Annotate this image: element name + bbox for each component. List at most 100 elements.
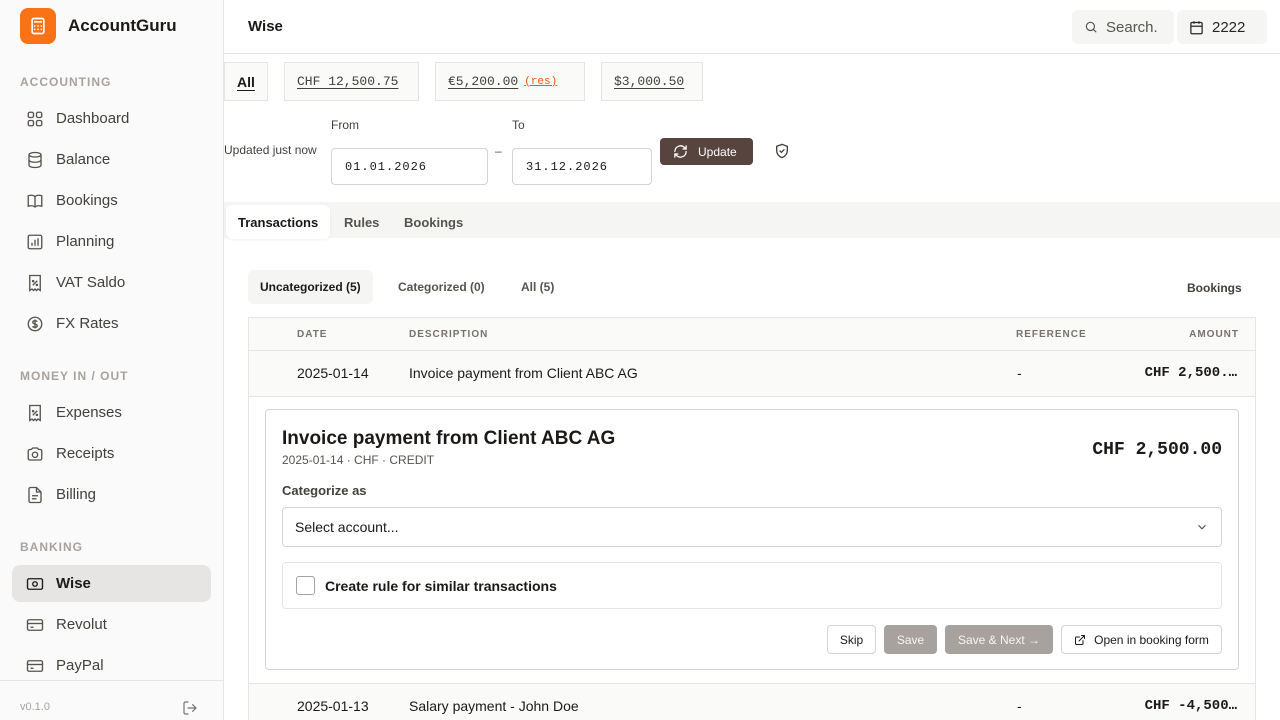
column-reference: REFERENCE — [1016, 329, 1087, 340]
sidebar-item-label: Expenses — [56, 404, 122, 421]
shield-check-icon[interactable] — [774, 143, 790, 162]
sidebar-item-label: Bookings — [56, 192, 118, 209]
create-rule-option[interactable]: Create rule for similar transactions — [282, 562, 1222, 609]
to-date-input[interactable]: 31.12.2026 — [512, 148, 652, 185]
row-reference: - — [1017, 698, 1022, 714]
sidebar-item-fx-rates[interactable]: FX Rates — [12, 305, 211, 342]
row-amount: CHF 2,500.… — [1144, 365, 1237, 381]
sidebar-footer: v0.1.0 — [0, 680, 223, 720]
open-booking-form-label: Open in booking form — [1094, 632, 1209, 647]
tab-rules[interactable]: Rules — [332, 205, 391, 239]
save-next-button[interactable]: Save & Next → — [945, 625, 1053, 654]
sidebar-item-planning[interactable]: Planning — [12, 223, 211, 260]
skip-button[interactable]: Skip — [827, 625, 876, 654]
credit-card-icon — [26, 659, 44, 672]
table-row[interactable]: 2025-01-14 Invoice payment from Client A… — [249, 351, 1255, 397]
update-button[interactable]: Update — [660, 138, 753, 165]
sidebar-item-billing[interactable]: Billing — [12, 476, 211, 513]
from-date-input[interactable]: 01.01.2026 — [331, 148, 488, 185]
balance-usd[interactable]: $3,000.50 — [601, 62, 703, 101]
percent-receipt-icon — [29, 274, 41, 292]
top-header: Wise Search. 2222 — [224, 0, 1280, 54]
balance-chf[interactable]: CHF 12,500.75 — [284, 62, 419, 101]
credit-card-icon — [26, 618, 44, 631]
search-icon — [1085, 21, 1097, 33]
refresh-icon — [674, 145, 687, 158]
sidebar-item-vat-saldo[interactable]: VAT Saldo — [12, 264, 211, 301]
balance-eur-reserved-tag: (res) — [524, 75, 558, 88]
database-icon — [28, 151, 42, 168]
logout-icon[interactable] — [182, 700, 198, 719]
sidebar-item-dashboard[interactable]: Dashboard — [12, 100, 211, 137]
subtab-uncategorized[interactable]: Uncategorized (5) — [248, 270, 373, 304]
sidebar-item-label: Billing — [56, 486, 97, 503]
detail-amount: CHF 2,500.00 — [1092, 440, 1222, 460]
sidebar-item-bookings[interactable]: Bookings — [12, 182, 211, 219]
file-text-icon — [28, 486, 42, 503]
search-label: Search. — [1106, 18, 1158, 36]
balance-chf-value: CHF 12,500.75 — [297, 74, 399, 89]
book-icon — [27, 194, 43, 208]
sidebar-item-label: Revolut — [56, 616, 107, 633]
balance-filter-all[interactable]: All — [224, 62, 268, 101]
sidebar-item-balance[interactable]: Balance — [12, 141, 211, 178]
transactions-table: DATE DESCRIPTION REFERENCE AMOUNT 2025-0… — [248, 317, 1256, 720]
table-row[interactable]: 2025-01-13 Salary payment - John Doe - C… — [249, 683, 1255, 720]
balance-usd-value: $3,000.50 — [614, 74, 685, 89]
sync-status: Updated just now — [224, 143, 317, 157]
year-selector[interactable]: 2222 — [1177, 10, 1267, 44]
categorize-label: Categorize as — [282, 483, 367, 498]
sidebar: AccountGuru ACCOUNTING Dashboard Balance… — [0, 0, 224, 720]
percent-receipt-icon — [29, 404, 41, 422]
sidebar-item-label: Dashboard — [56, 110, 130, 127]
page-title: Wise — [248, 18, 283, 35]
bookings-link[interactable]: Bookings — [1187, 281, 1242, 295]
search-button[interactable]: Search. — [1072, 10, 1174, 44]
row-date: 2025-01-13 — [297, 698, 369, 714]
create-rule-checkbox[interactable] — [296, 576, 315, 595]
banknote-icon — [26, 577, 44, 590]
sidebar-item-label: PayPal — [56, 657, 104, 674]
row-date: 2025-01-14 — [297, 365, 369, 381]
brand[interactable]: AccountGuru — [20, 8, 177, 44]
column-description: DESCRIPTION — [409, 329, 489, 340]
update-label: Update — [698, 144, 737, 159]
from-label: From — [331, 118, 359, 132]
save-button[interactable]: Save — [884, 625, 937, 654]
account-select[interactable]: Select account... — [282, 507, 1222, 547]
calendar-icon — [1190, 20, 1203, 34]
detail-meta: 2025-01-14 · CHF · CREDIT — [282, 453, 435, 467]
create-rule-label: Create rule for similar transactions — [325, 577, 557, 594]
external-link-icon — [1075, 634, 1086, 645]
dollar-circle-icon — [27, 316, 43, 331]
sidebar-item-receipts[interactable]: Receipts — [12, 435, 211, 472]
sidebar-item-label: Planning — [56, 233, 115, 250]
account-select-value: Select account... — [295, 519, 399, 535]
section-accounting: ACCOUNTING — [20, 75, 112, 89]
section-banking: BANKING — [20, 540, 83, 554]
balance-eur-value: €5,200.00 — [448, 74, 519, 89]
open-booking-form-button[interactable]: Open in booking form — [1061, 625, 1222, 654]
app-version: v0.1.0 — [20, 701, 50, 713]
row-amount: CHF -4,500… — [1144, 698, 1237, 714]
app-name: AccountGuru — [68, 16, 177, 35]
detail-title: Invoice payment from Client ABC AG — [282, 428, 616, 449]
row-description: Salary payment - John Doe — [409, 698, 579, 714]
row-reference: - — [1017, 365, 1022, 381]
chevron-down-icon — [1198, 524, 1206, 530]
sidebar-item-label: VAT Saldo — [56, 274, 126, 291]
balance-eur[interactable]: €5,200.00 (res) — [435, 62, 585, 101]
subtab-categorized[interactable]: Categorized (0) — [386, 270, 497, 304]
tab-transactions[interactable]: Transactions — [226, 205, 331, 239]
subtab-all[interactable]: All (5) — [509, 270, 566, 304]
sidebar-item-paypal[interactable]: PayPal — [12, 647, 211, 684]
camera-icon — [27, 446, 43, 461]
tab-bookings[interactable]: Bookings — [392, 205, 475, 239]
sidebar-item-label: Receipts — [56, 445, 115, 462]
year-value: 2222 — [1212, 18, 1246, 36]
sidebar-item-expenses[interactable]: Expenses — [12, 394, 211, 431]
sidebar-item-wise[interactable]: Wise — [12, 565, 211, 602]
section-money-in-out: MONEY IN / OUT — [20, 369, 129, 383]
sidebar-item-revolut[interactable]: Revolut — [12, 606, 211, 643]
sidebar-item-label: Wise — [56, 575, 91, 592]
